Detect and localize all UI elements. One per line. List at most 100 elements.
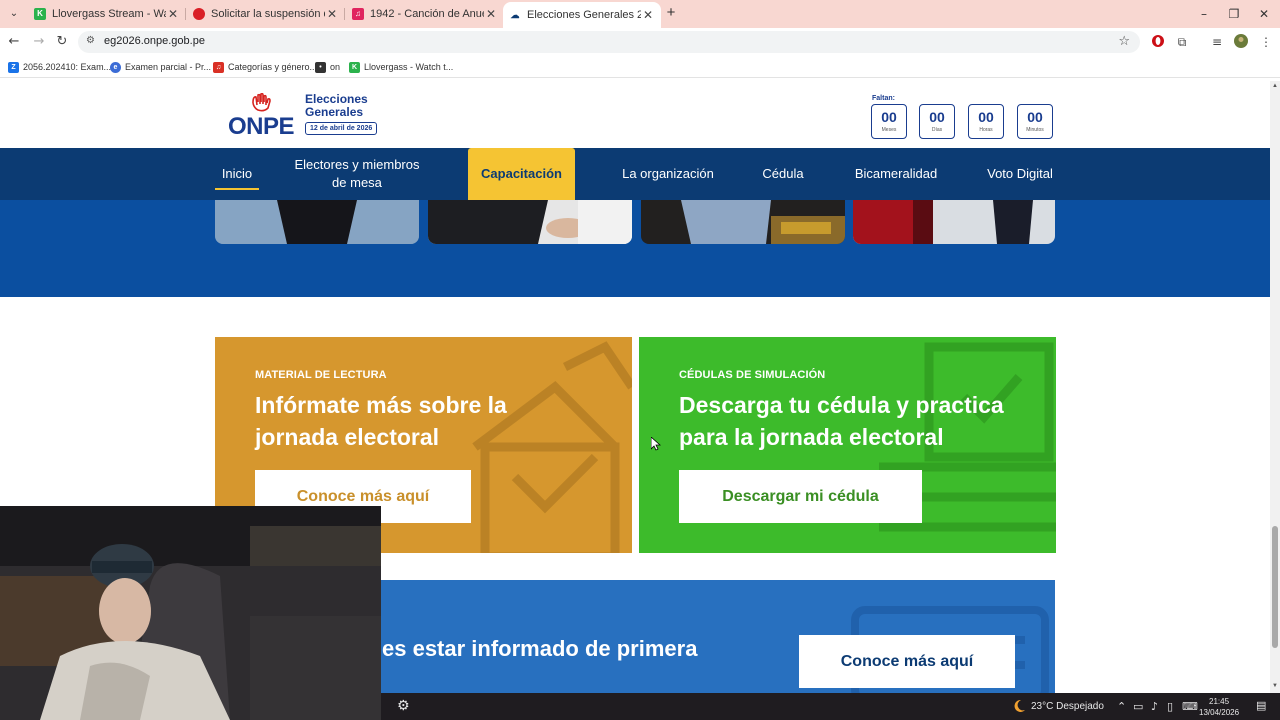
webcam-overlay xyxy=(0,506,381,720)
forward-arrow-icon[interactable]: → xyxy=(31,34,47,50)
tab-title: Elecciones Generales 2026 xyxy=(527,9,641,21)
browser-menu-icon[interactable]: ⋮ xyxy=(1258,34,1274,50)
browser-tab[interactable]: ♫ 1942 - Canción de Anuel AA - A ✕ xyxy=(346,2,504,26)
nav-item-voto-digital[interactable]: Voto Digital xyxy=(982,148,1058,200)
tray-chevron-icon[interactable]: ⌃ xyxy=(1117,700,1126,713)
training-photo[interactable] xyxy=(853,200,1055,244)
onpe-logo[interactable]: ONPE xyxy=(228,93,300,140)
browser-tab-active[interactable]: ☁ Elecciones Generales 2026 ✕ xyxy=(503,2,661,28)
countdown-value: 00 xyxy=(929,109,945,125)
scroll-up-icon[interactable]: ▲ xyxy=(1271,83,1279,89)
page-scrollbar[interactable]: ▲ ▼ xyxy=(1270,81,1280,693)
windows-taskbar: ⚙ 23°C Despejado ⌃ ▭ ♪ ▯ ⌨ 21:45 13/04/2… xyxy=(381,693,1280,720)
election-date-badge: 12 de abril de 2026 xyxy=(305,122,378,135)
settings-gear-icon[interactable]: ⚙ xyxy=(397,698,410,714)
tab-title: Llovergass Stream - Watch Live xyxy=(52,8,166,20)
countdown-unit: Minutos xyxy=(1026,127,1044,133)
volume-icon[interactable]: ♪ xyxy=(1151,700,1158,713)
exam-favicon-icon: e xyxy=(110,61,121,73)
tab-divider xyxy=(344,8,345,20)
system-clock[interactable]: 21:45 13/04/2026 xyxy=(1199,696,1239,718)
countdown-hours: 00 Horas xyxy=(968,104,1004,139)
countdown-unit: Meses xyxy=(881,127,897,133)
weather-moon-icon xyxy=(1014,699,1025,712)
countdown-unit: Días xyxy=(931,127,943,133)
close-window-icon[interactable]: ✕ xyxy=(1256,6,1272,22)
reload-icon[interactable]: ↻ xyxy=(54,34,70,50)
bookmark-item[interactable]: • on xyxy=(315,60,340,74)
nav-item-organizacion[interactable]: La organización xyxy=(615,148,721,200)
new-tab-button[interactable]: + xyxy=(663,5,679,21)
address-bar[interactable]: ⚙ eg2026.onpe.gob.pe ☆ xyxy=(78,31,1140,53)
tab-search-icon[interactable]: ⌄ xyxy=(6,6,22,22)
download-ballot-button[interactable]: Descargar mi cédula xyxy=(679,470,922,523)
close-tab-icon[interactable]: ✕ xyxy=(166,7,180,21)
opera-extension-icon[interactable] xyxy=(1150,34,1166,50)
training-photo[interactable] xyxy=(215,200,419,244)
countdown-minutes: 00 Minutos xyxy=(1017,104,1053,139)
tab-divider xyxy=(185,8,186,20)
tab-title: Solicitar la suspensión de reten xyxy=(211,8,325,20)
countdown-days: 00 Días xyxy=(919,104,955,139)
scrollbar-thumb[interactable] xyxy=(1272,526,1278,648)
notifications-icon[interactable]: ▤ xyxy=(1256,699,1266,712)
bookmark-item[interactable]: Z 2056.202410: Exam... xyxy=(8,60,111,74)
training-photo[interactable] xyxy=(428,200,632,244)
scroll-down-icon[interactable]: ▼ xyxy=(1271,683,1279,689)
bookmark-star-icon[interactable]: ☆ xyxy=(1118,34,1130,49)
back-arrow-icon[interactable]: ← xyxy=(6,34,22,50)
tab-title: 1942 - Canción de Anuel AA - A xyxy=(370,8,484,20)
bookmark-label: Llovergass - Watch t... xyxy=(364,62,454,72)
music-favicon-icon: ♫ xyxy=(352,8,364,20)
browser-tab[interactable]: Solicitar la suspensión de reten ✕ xyxy=(187,2,345,26)
bookmark-item[interactable]: K Llovergass - Watch t... xyxy=(349,60,453,74)
battery-icon[interactable]: ▯ xyxy=(1167,700,1173,713)
media-control-icon[interactable]: ≡ xyxy=(1209,34,1225,50)
nav-item-bicameralidad[interactable]: Bicameralidad xyxy=(846,148,946,200)
mouse-cursor-icon xyxy=(651,437,661,451)
restore-icon[interactable]: ❐ xyxy=(1226,6,1242,22)
countdown-value: 00 xyxy=(978,109,994,125)
voting-hand-icon xyxy=(252,93,271,112)
onpe-favicon-icon: ☁ xyxy=(510,10,520,20)
countdown-label: Faltan: xyxy=(872,95,895,102)
training-photo[interactable] xyxy=(641,200,845,244)
profile-avatar[interactable] xyxy=(1233,34,1249,50)
network-icon[interactable]: ▭ xyxy=(1133,700,1143,713)
elections-title: Elecciones Generales xyxy=(305,93,368,119)
url-text: eg2026.onpe.gob.pe xyxy=(104,35,205,47)
bookmark-item[interactable]: e Examen parcial - Pr... xyxy=(110,60,211,74)
close-tab-icon[interactable]: ✕ xyxy=(641,8,655,22)
nav-item-electores[interactable]: Electores y miembros de mesa xyxy=(284,148,430,200)
clock-date: 13/04/2026 xyxy=(1199,708,1240,717)
bookmarks-bar: Z 2056.202410: Exam... e Examen parcial … xyxy=(0,56,1280,78)
streamer-webcam-image xyxy=(0,506,381,720)
close-tab-icon[interactable]: ✕ xyxy=(484,7,498,21)
close-tab-icon[interactable]: ✕ xyxy=(325,7,339,21)
extensions-puzzle-icon[interactable]: ⧉ xyxy=(1174,34,1190,50)
bookmark-label: on xyxy=(330,62,341,72)
card-eyebrow: CÉDULAS DE SIMULACIÓN xyxy=(679,369,826,381)
clock-time: 21:45 xyxy=(1209,697,1230,706)
main-navigation: Inicio Electores y miembros de mesa Capac… xyxy=(0,148,1270,200)
peru-flag-favicon-icon xyxy=(193,8,205,20)
site-header: ONPE Elecciones Generales 12 de abril de… xyxy=(0,81,1270,148)
kick-favicon-icon: K xyxy=(349,61,360,73)
site-info-icon[interactable]: ⚙ xyxy=(86,35,100,49)
countdown-unit: Horas xyxy=(979,127,993,133)
nav-item-inicio[interactable]: Inicio xyxy=(215,148,259,200)
kick-favicon-icon: K xyxy=(34,8,46,20)
banner-conoce-mas-button[interactable]: Conoce más aquí xyxy=(799,635,1015,688)
nav-item-cedula[interactable]: Cédula xyxy=(757,148,809,200)
weather-text[interactable]: 23°C Despejado xyxy=(1031,701,1104,712)
bookmark-item[interactable]: ♫ Categorías y género... xyxy=(213,60,317,74)
browser-tab[interactable]: K Llovergass Stream - Watch Live ✕ xyxy=(28,2,186,26)
banner-text: es estar informado de primera xyxy=(382,636,698,661)
minimize-icon[interactable]: – xyxy=(1196,6,1212,22)
bookmark-label: 2056.202410: Exam... xyxy=(23,62,112,72)
keyboard-icon[interactable]: ⌨ xyxy=(1182,700,1198,713)
browser-tab-strip: ⌄ K Llovergass Stream - Watch Live ✕ Sol… xyxy=(0,0,1280,28)
simulation-ballot-card: CÉDULAS DE SIMULACIÓN Descarga tu cédula… xyxy=(639,337,1056,553)
nav-item-capacitacion[interactable]: Capacitación xyxy=(468,148,575,200)
nav-label-line1: Electores y miembros xyxy=(294,157,420,172)
